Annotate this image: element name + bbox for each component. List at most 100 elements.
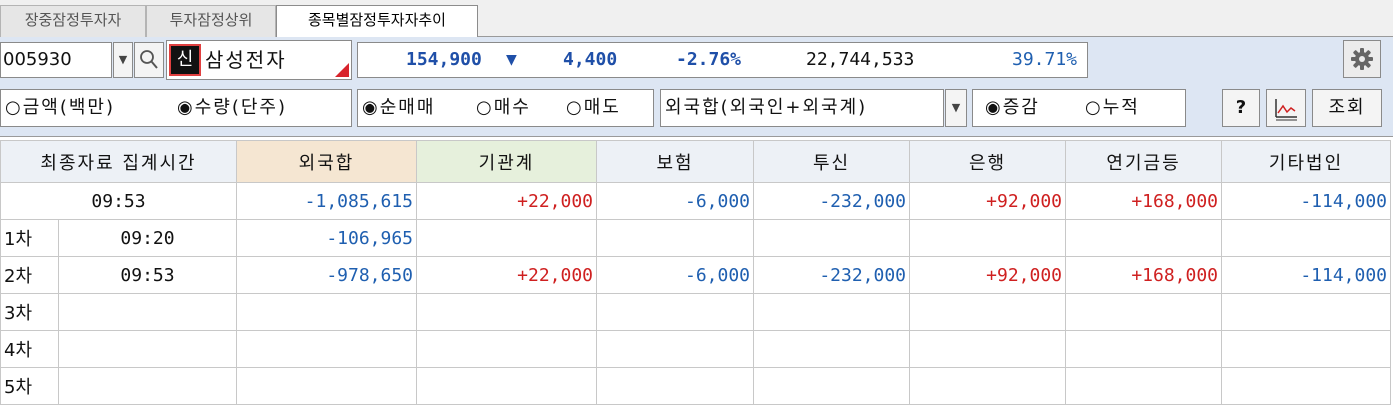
row-label: 2차 [0, 256, 59, 294]
table-cell [596, 293, 755, 331]
table-cell [1221, 367, 1392, 405]
change-rate: -2.76% [676, 49, 742, 70]
col-header-time[interactable]: 최종자료 집계시간 [0, 140, 238, 183]
mode-radio-group: ◉증감 ○누적 [972, 89, 1186, 127]
table-cell [236, 293, 418, 331]
col-header-insurance[interactable]: 보험 [596, 140, 755, 183]
col-header-pension[interactable]: 연기금등 [1065, 140, 1223, 183]
table-cell [753, 219, 911, 257]
chevron-down-icon[interactable]: ▼ [113, 42, 133, 78]
table-cell [909, 367, 1067, 405]
options-bar: ○금액(백만) ◉수량(단주) ◉순매매 ○매수 ○매도 외국합(외국인+외국계… [0, 89, 1393, 137]
table-row[interactable]: 5차 [0, 367, 1392, 405]
table-cell: +168,000 [1065, 182, 1223, 220]
price-change: 4,400 [563, 49, 618, 70]
table-cell: -978,650 [236, 256, 418, 294]
table-cell: -106,965 [236, 219, 418, 257]
stock-name-field[interactable]: 신 삼성전자 [166, 40, 352, 80]
table-cell: -114,000 [1221, 256, 1392, 294]
stock-name: 삼성전자 [205, 48, 287, 72]
change-radio[interactable]: ◉증감 [985, 90, 1040, 126]
stock-info-bar: 005930 ▼ 신 삼성전자 154,900 ▼ 4,400 -2.76% 2… [0, 37, 1393, 89]
table-cell [909, 219, 1067, 257]
tab-intraday-investor[interactable]: 장중잠정투자자 [0, 5, 146, 37]
table-cell [416, 330, 598, 368]
volume-ratio: 39.71% [1012, 49, 1078, 70]
search-icon[interactable] [134, 42, 164, 78]
table-cell: +168,000 [1065, 256, 1223, 294]
query-button[interactable]: 조회 [1312, 89, 1382, 127]
table-cell [1221, 293, 1392, 331]
table-cell [596, 330, 755, 368]
row-time [57, 330, 238, 368]
row-label: 3차 [0, 293, 59, 331]
gear-icon[interactable] [1343, 40, 1381, 78]
col-header-bank[interactable]: 은행 [909, 140, 1067, 183]
net-buy-radio[interactable]: ◉순매매 [362, 90, 435, 126]
table-cell [596, 367, 755, 405]
trade-type-radio-group: ◉순매매 ○매수 ○매도 [357, 89, 654, 127]
table-row[interactable]: 2차 09:53 -978,650 +22,000 -6,000 -232,000 +92,… [0, 256, 1392, 294]
table-cell [753, 367, 911, 405]
credit-badge: 신 [169, 44, 201, 76]
table-cell: -232,000 [753, 256, 911, 294]
table-cell: +22,000 [416, 182, 598, 220]
table-cell: -6,000 [596, 182, 755, 220]
table-cell [1065, 367, 1223, 405]
tab-investor-top[interactable]: 투자잠정상위 [146, 5, 276, 37]
amount-radio[interactable]: ○금액(백만) [5, 90, 115, 126]
col-header-investment-trust[interactable]: 투신 [753, 140, 911, 183]
table-cell [753, 330, 911, 368]
table-cell [1065, 330, 1223, 368]
row-time: 09:20 [57, 219, 238, 257]
down-arrow-icon: ▼ [506, 49, 517, 70]
row-label: 4차 [0, 330, 59, 368]
table-cell [909, 330, 1067, 368]
table-cell: +92,000 [909, 182, 1067, 220]
chevron-down-icon[interactable]: ▼ [945, 89, 967, 127]
col-header-institution[interactable]: 기관계 [416, 140, 598, 183]
table-cell: -232,000 [753, 182, 911, 220]
table-row[interactable]: 1차 09:20 -106,965 [0, 219, 1392, 257]
row-time: 09:53 [57, 256, 238, 294]
current-price: 154,900 [406, 49, 482, 70]
sell-radio[interactable]: ○매도 [566, 90, 621, 126]
quantity-radio[interactable]: ◉수량(단주) [177, 90, 287, 126]
col-header-other-corp[interactable]: 기타법인 [1221, 140, 1392, 183]
table-row[interactable]: 4차 [0, 330, 1392, 368]
table-row[interactable]: 3차 [0, 293, 1392, 331]
corner-marker-icon [335, 63, 349, 77]
stock-code-input[interactable]: 005930 [0, 42, 112, 78]
cumulative-radio[interactable]: ○누적 [1085, 90, 1140, 126]
investor-trend-table: 최종자료 집계시간 외국합 기관계 보험 투신 은행 연기금등 기타법인 09:… [0, 140, 1392, 405]
table-header-row: 최종자료 집계시간 외국합 기관계 보험 투신 은행 연기금등 기타법인 [0, 140, 1392, 183]
trade-volume: 22,744,533 [806, 49, 915, 70]
table-cell [596, 219, 755, 257]
tab-bar: 장중잠정투자자 투자잠정상위 종목별잠정투자자추이 [0, 0, 1393, 38]
unit-radio-group: ○금액(백만) ◉수량(단주) [0, 89, 352, 127]
table-cell: -1,085,615 [236, 182, 418, 220]
row-time [57, 293, 238, 331]
buy-radio[interactable]: ○매수 [476, 90, 531, 126]
col-header-foreign[interactable]: 외국합 [236, 140, 418, 183]
table-cell: +92,000 [909, 256, 1067, 294]
tab-stock-investor-trend[interactable]: 종목별잠정투자자추이 [276, 5, 478, 38]
chart-icon [1275, 99, 1297, 121]
table-cell [753, 293, 911, 331]
summary-row[interactable]: 09:53 -1,085,615 +22,000 -6,000 -232,000… [0, 182, 1392, 220]
table-cell [236, 330, 418, 368]
summary-time: 09:53 [0, 182, 238, 220]
table-cell [416, 219, 598, 257]
price-panel: 154,900 ▼ 4,400 -2.76% 22,744,533 39.71% [357, 42, 1088, 78]
help-button[interactable]: ? [1222, 89, 1260, 127]
row-label: 1차 [0, 219, 59, 257]
table-cell [1221, 219, 1392, 257]
chart-button[interactable] [1266, 89, 1306, 127]
table-cell [1065, 293, 1223, 331]
table-cell [909, 293, 1067, 331]
investor-select[interactable]: 외국합(외국인+외국계) [660, 89, 944, 127]
table-cell: +22,000 [416, 256, 598, 294]
table-cell [236, 367, 418, 405]
table-cell: -114,000 [1221, 182, 1392, 220]
row-label: 5차 [0, 367, 59, 405]
